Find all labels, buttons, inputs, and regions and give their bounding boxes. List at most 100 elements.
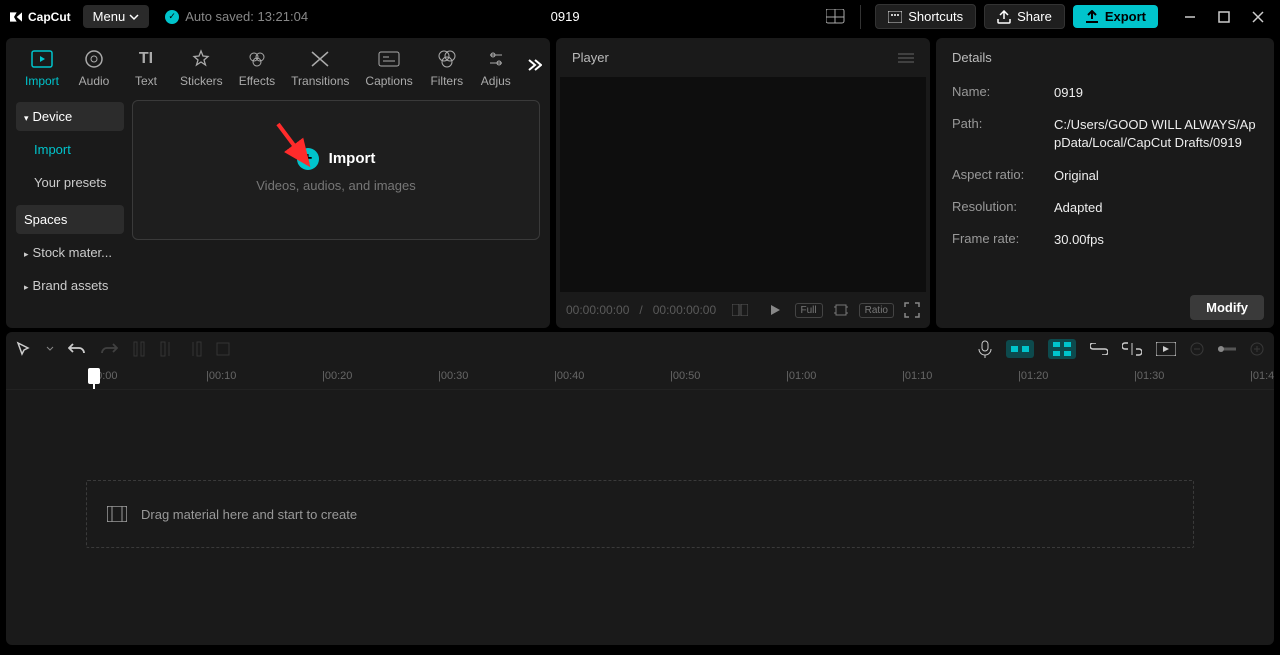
preview-button[interactable] — [1156, 342, 1176, 356]
tab-audio[interactable]: Audio — [68, 44, 120, 92]
tab-adjust[interactable]: Adjus — [473, 44, 519, 92]
zoom-slider[interactable] — [1218, 346, 1236, 352]
detail-aspect: Aspect ratio: Original — [936, 160, 1274, 192]
chevron-down-icon — [129, 12, 139, 22]
detail-label: Frame rate: — [952, 231, 1054, 249]
sidebar-item-brand[interactable]: ▸Brand assets — [16, 271, 124, 300]
details-footer: Modify — [936, 287, 1274, 328]
ratio-button[interactable]: Ratio — [859, 303, 894, 318]
menu-label: Menu — [93, 9, 126, 24]
ruler-tick: |01:10 — [902, 370, 932, 382]
detail-label: Aspect ratio: — [952, 167, 1054, 185]
sidebar-label: Device — [33, 109, 73, 124]
tabs-more-button[interactable] — [524, 58, 542, 72]
shortcuts-button[interactable]: Shortcuts — [875, 4, 976, 29]
detail-value: 0919 — [1054, 84, 1258, 102]
sidebar-item-presets[interactable]: Your presets — [16, 168, 124, 197]
share-button[interactable]: Share — [984, 4, 1065, 29]
redo-button[interactable] — [100, 341, 118, 357]
audio-icon — [84, 48, 104, 70]
ruler-tick: |01:30 — [1134, 370, 1164, 382]
compare-icon[interactable] — [732, 304, 748, 316]
mic-button[interactable] — [978, 340, 992, 358]
detail-label: Name: — [952, 84, 1054, 102]
detail-framerate: Frame rate: 30.00fps — [936, 224, 1274, 256]
app-name: CapCut — [28, 10, 71, 24]
tab-effects[interactable]: Effects — [231, 44, 283, 92]
detail-path: Path: C:/Users/GOOD WILL ALWAYS/AppData/… — [936, 109, 1274, 159]
player-viewport[interactable] — [560, 77, 926, 292]
undo-button[interactable] — [68, 341, 86, 357]
captions-icon — [378, 48, 400, 70]
sidebar-item-import[interactable]: Import — [16, 135, 124, 164]
zoom-out-button[interactable] — [1190, 342, 1204, 356]
split-tool[interactable] — [132, 341, 146, 357]
project-title: 0919 — [308, 9, 822, 24]
titlebar-right: Shortcuts Share Export — [822, 4, 1272, 29]
player-controls: 00:00:00:00 / 00:00:00:00 Full Ratio — [556, 292, 930, 328]
tab-import[interactable]: Import — [16, 44, 68, 92]
player-menu-icon[interactable] — [898, 52, 914, 64]
right-trim-tool[interactable] — [188, 341, 202, 357]
full-button[interactable]: Full — [795, 303, 823, 318]
magnet-main-button[interactable] — [1006, 340, 1034, 358]
menu-button[interactable]: Menu — [83, 5, 150, 28]
transitions-icon — [310, 48, 330, 70]
selection-tool[interactable] — [16, 341, 32, 357]
ruler-tick: |00:10 — [206, 370, 236, 382]
delete-tool[interactable] — [216, 342, 230, 356]
tab-label: Audio — [79, 74, 110, 88]
tab-text[interactable]: TI Text — [120, 44, 172, 92]
tab-captions[interactable]: Captions — [357, 44, 420, 92]
capcut-icon — [8, 9, 24, 25]
ruler-tick: |01:4 — [1250, 370, 1274, 382]
titlebar: CapCut Menu ✓ Auto saved: 13:21:04 0919 … — [0, 0, 1280, 34]
tab-label: Adjus — [481, 74, 511, 88]
ruler-tick: |01:20 — [1018, 370, 1048, 382]
player-panel: Player 00:00:00:00 / 00:00:00:00 Full Ra… — [556, 38, 930, 328]
selection-dropdown[interactable] — [46, 345, 54, 353]
sidebar-item-stock[interactable]: ▸Stock mater... — [16, 238, 124, 267]
unlink-button[interactable] — [1122, 342, 1142, 356]
crop-icon[interactable] — [833, 302, 849, 318]
window-controls — [1176, 5, 1272, 29]
maximize-button[interactable] — [1210, 5, 1238, 29]
tab-label: Transitions — [291, 74, 349, 88]
timeline-toolbar — [6, 332, 1274, 366]
detail-label: Resolution: — [952, 199, 1054, 217]
track-area[interactable]: Drag material here and start to create — [6, 390, 1274, 548]
ruler-tick: |00:50 — [670, 370, 700, 382]
app-logo: CapCut — [8, 9, 71, 25]
playhead[interactable] — [88, 368, 100, 384]
link-button[interactable] — [1090, 343, 1108, 355]
tab-transitions[interactable]: Transitions — [283, 44, 357, 92]
fullscreen-icon[interactable] — [904, 302, 920, 318]
import-title: Import — [329, 150, 376, 167]
timeline-drop-hint[interactable]: Drag material here and start to create — [86, 480, 1194, 548]
magnet-track-button[interactable] — [1048, 339, 1076, 359]
player-header: Player — [556, 38, 930, 77]
timeline[interactable]: 00:00|00:10|00:20|00:30|00:40|00:50|01:0… — [6, 366, 1274, 645]
import-dropzone[interactable]: + Import Videos, audios, and images — [132, 100, 540, 240]
close-button[interactable] — [1244, 5, 1272, 29]
left-trim-tool[interactable] — [160, 341, 174, 357]
sidebar-item-spaces[interactable]: Spaces — [16, 205, 124, 234]
player-title: Player — [572, 50, 609, 65]
modify-button[interactable]: Modify — [1190, 295, 1264, 320]
export-label: Export — [1105, 9, 1146, 24]
import-subtitle: Videos, audios, and images — [256, 178, 415, 193]
detail-value: Original — [1054, 167, 1258, 185]
share-label: Share — [1017, 9, 1052, 24]
minimize-button[interactable] — [1176, 5, 1204, 29]
export-button[interactable]: Export — [1073, 5, 1158, 28]
plus-icon: + — [297, 148, 319, 170]
tab-stickers[interactable]: Stickers — [172, 44, 231, 92]
play-icon[interactable] — [768, 303, 782, 317]
layout-button[interactable] — [822, 5, 861, 29]
sidebar-item-device[interactable]: ▾Device — [16, 102, 124, 131]
tab-filters[interactable]: Filters — [421, 44, 473, 92]
timeline-ruler[interactable]: 00:00|00:10|00:20|00:30|00:40|00:50|01:0… — [6, 366, 1274, 390]
zoom-in-button[interactable] — [1250, 342, 1264, 356]
details-title: Details — [952, 50, 992, 65]
tab-label: Captions — [365, 74, 412, 88]
